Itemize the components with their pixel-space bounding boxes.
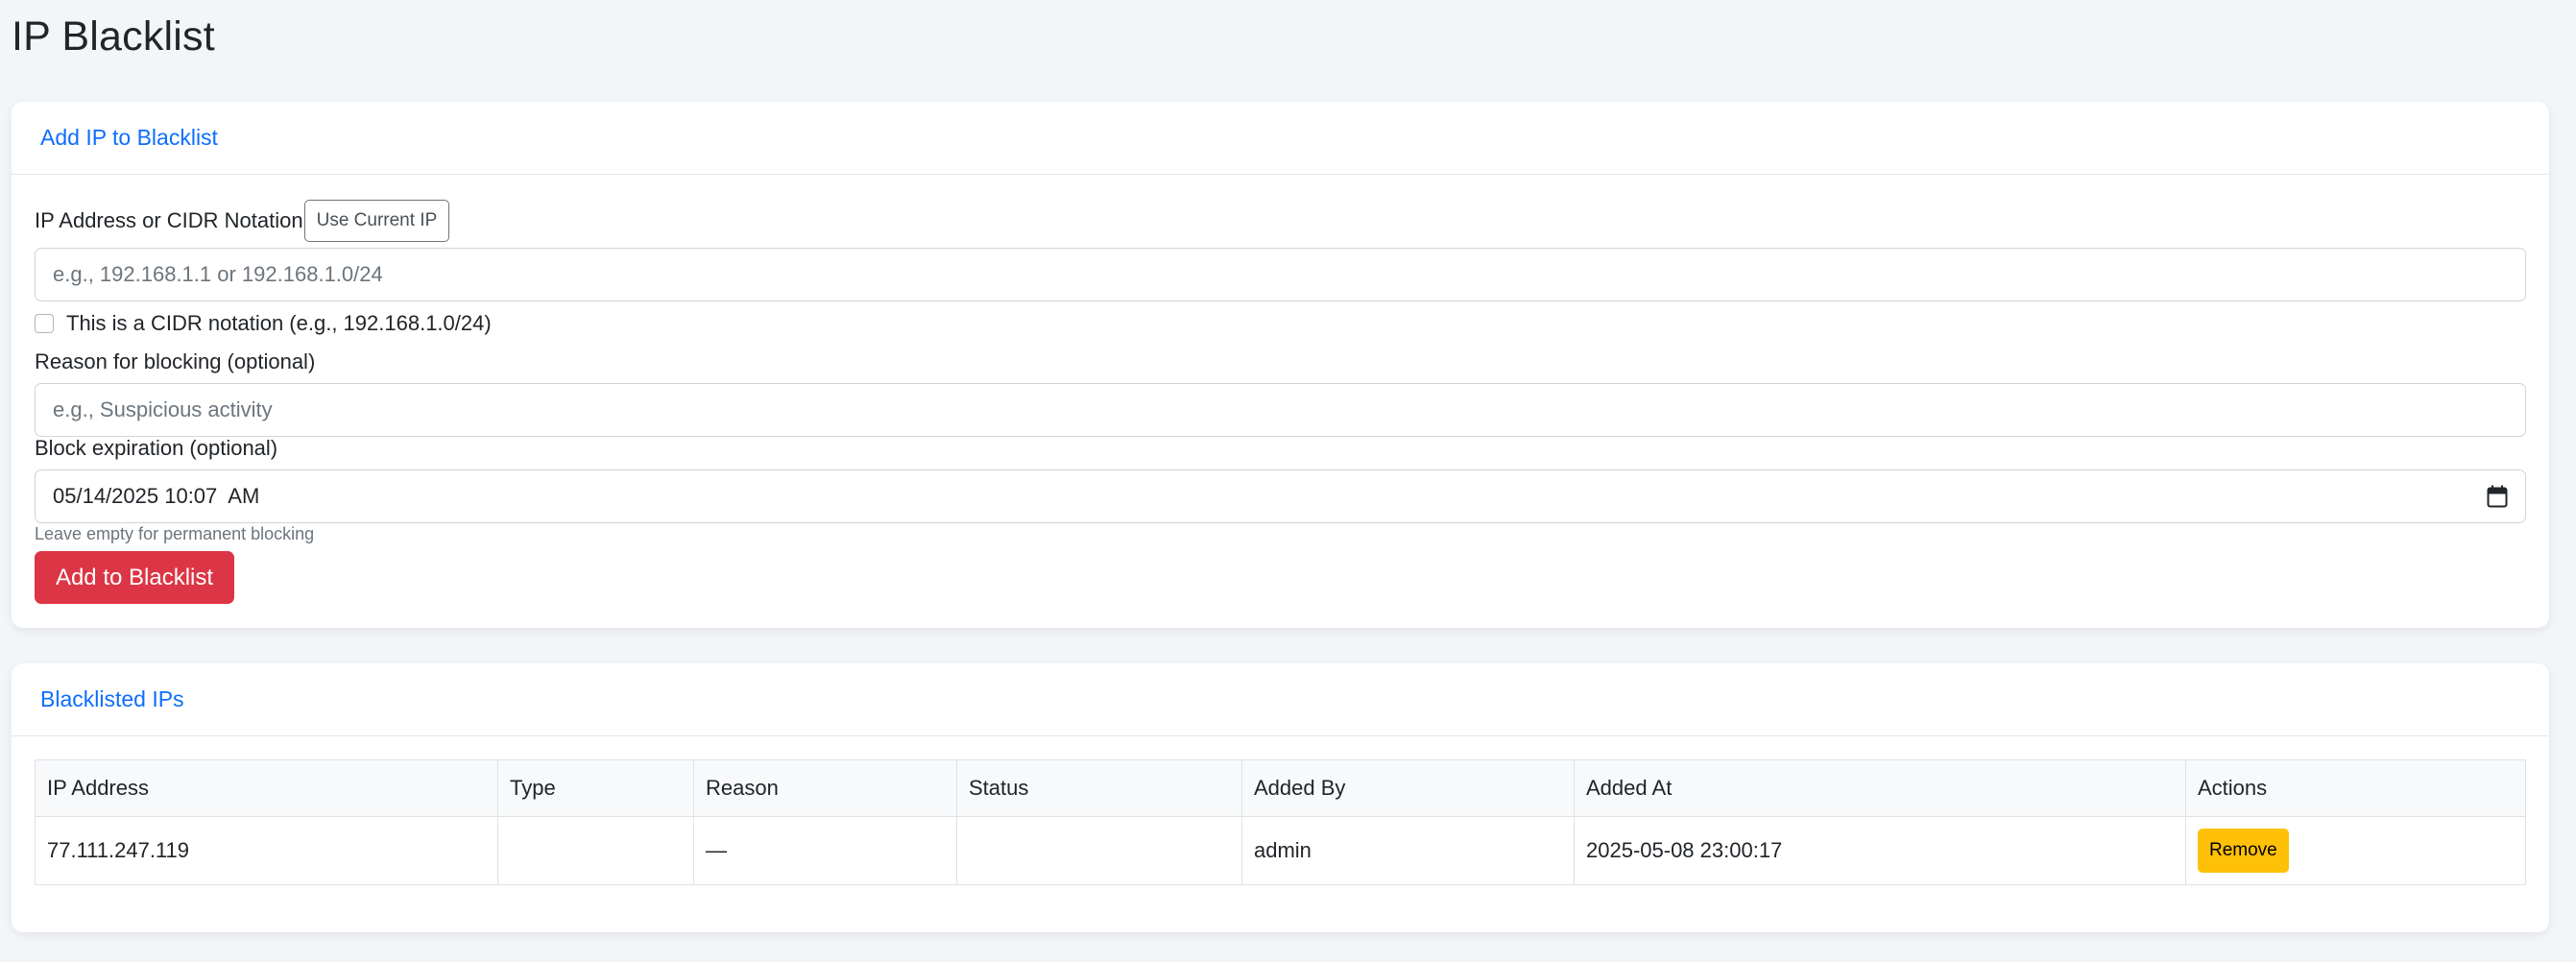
table-row: 77.111.247.119 — admin 2025-05-08 23:00:… bbox=[35, 816, 2526, 885]
column-header-added-by[interactable]: Added By bbox=[1241, 759, 1575, 817]
cidr-checkbox-row: This is a CIDR notation (e.g., 192.168.1… bbox=[35, 311, 492, 336]
reason-label: Reason for blocking (optional) bbox=[35, 349, 316, 373]
expiration-input[interactable]: 05/14/2025 10:07 AM bbox=[35, 469, 2526, 523]
cidr-checkbox-label: This is a CIDR notation (e.g., 192.168.1… bbox=[66, 311, 492, 335]
cell-added-at: 2025-05-08 23:00:17 bbox=[1574, 816, 2186, 885]
cell-reason: — bbox=[693, 816, 957, 885]
ip-label-row: IP Address or CIDR Notation Use Current … bbox=[35, 200, 450, 242]
cell-status bbox=[956, 816, 1242, 885]
cidr-checkbox[interactable] bbox=[35, 314, 54, 333]
blacklist-table: IP Address Type Reason Status Added By A… bbox=[35, 759, 2526, 885]
add-ip-card: Add IP to Blacklist IP Address or CIDR N… bbox=[12, 102, 2549, 628]
column-header-actions: Actions bbox=[2185, 759, 2526, 817]
expiration-help-text: Leave empty for permanent blocking bbox=[35, 524, 315, 543]
add-to-blacklist-button[interactable]: Add to Blacklist bbox=[35, 551, 234, 604]
expiration-label: Block expiration (optional) bbox=[35, 436, 278, 460]
column-header-type[interactable]: Type bbox=[497, 759, 694, 817]
expiration-value: 05/14/2025 10:07 AM bbox=[53, 484, 260, 508]
column-header-status[interactable]: Status bbox=[956, 759, 1242, 817]
blacklist-card-title: Blacklisted IPs bbox=[40, 686, 184, 711]
column-header-added-at[interactable]: Added At bbox=[1574, 759, 2186, 817]
add-ip-card-header: Add IP to Blacklist bbox=[12, 102, 2549, 175]
cell-actions: Remove bbox=[2185, 816, 2526, 885]
page-title: IP Blacklist bbox=[12, 13, 215, 60]
blacklist-card: Blacklisted IPs IP Address Type Reason S… bbox=[12, 663, 2549, 932]
blacklist-card-header: Blacklisted IPs bbox=[12, 663, 2549, 736]
cell-added-by: admin bbox=[1241, 816, 1575, 885]
column-header-ip[interactable]: IP Address bbox=[35, 759, 498, 817]
add-ip-card-title: Add IP to Blacklist bbox=[40, 125, 218, 150]
column-header-reason[interactable]: Reason bbox=[693, 759, 957, 817]
remove-button[interactable]: Remove bbox=[2198, 829, 2289, 873]
use-current-ip-button[interactable]: Use Current IP bbox=[303, 200, 450, 242]
table-header-row: IP Address Type Reason Status Added By A… bbox=[35, 759, 2526, 817]
cell-type bbox=[497, 816, 694, 885]
cell-ip: 77.111.247.119 bbox=[35, 816, 498, 885]
calendar-icon[interactable] bbox=[2487, 485, 2508, 508]
ip-input[interactable] bbox=[35, 248, 2526, 301]
reason-input[interactable] bbox=[35, 383, 2526, 437]
ip-label: IP Address or CIDR Notation bbox=[35, 208, 303, 232]
